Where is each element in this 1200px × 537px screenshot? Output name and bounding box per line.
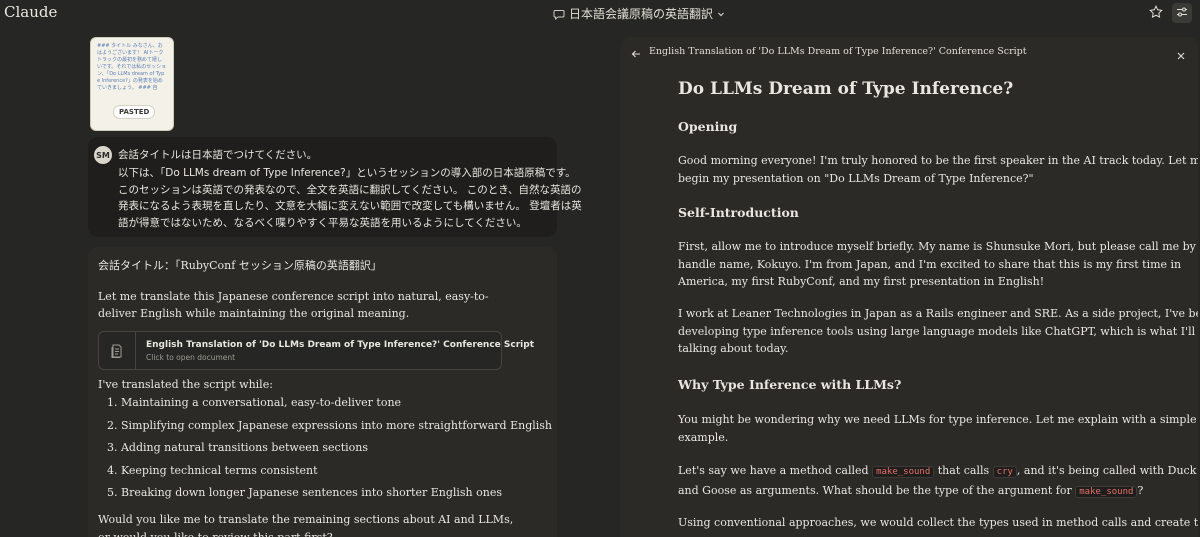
document-title: Do LLMs Dream of Type Inference? [678,79,1014,99]
paragraph-line: America, my first RubyConf, and my first… [678,275,1045,288]
text-run: ? [1137,483,1144,497]
close-icon [1176,46,1186,65]
artifact-header: English Translation of 'Do LLMs Dream of… [620,37,1198,67]
pasted-badge: PASTED [113,105,156,119]
list-item: 4. Keeping technical terms consistent [107,463,318,477]
artifact-panel: English Translation of 'Do LLMs Dream of… [620,37,1198,537]
text-run: that calls [937,464,990,477]
list-item: 5. Breaking down longer Japanese sentenc… [107,486,502,500]
paragraph-line: talking about today. [678,342,789,355]
assistant-message: 会話タイトル：「RubyConf セッション原稿の英語翻訳」 Let me tr… [88,247,557,537]
artifact-header-title: English Translation of 'Do LLMs Dream of… [649,46,1027,57]
user-message-line: 会話タイトルは日本語でつけてください。 [118,149,318,161]
paragraph-line: handle name, Kokuyo. I'm from Japan, and… [678,257,1182,271]
avatar: SM [94,146,112,164]
chevron-down-icon [717,10,725,18]
inline-code: make_sound [1075,485,1138,498]
sliders-icon [1175,4,1189,23]
user-message-paragraph: 以下は、「Do LLMs dream of Type Inference?」とい… [118,165,582,231]
paragraph-line: begin my presentation on "Do LLMs Dream … [678,171,1034,185]
section-heading: Opening [678,119,738,134]
star-icon [1149,4,1163,23]
section-heading: Self-Introduction [678,205,799,220]
paragraph-line: Using conventional approaches, we would … [678,516,1198,529]
list-item: 3. Adding natural transitions between se… [107,441,369,455]
assistant-intro: Let me translate this Japanese conferenc… [98,290,489,320]
assistant-lead: I've translated the script while: [98,378,273,391]
paragraph-line: Let's say we have a method called make_s… [678,462,1196,482]
inline-code: make_sound [872,466,935,478]
list-item: 1. Maintaining a conversational, easy-to… [107,396,402,409]
section-heading: Why Type Inference with LLMs? [678,377,902,392]
artifact-document-card[interactable]: English Translation of 'Do LLMs Dream of… [98,331,534,370]
paragraph: I work at Leaner Technologies in Japan a… [678,305,1198,358]
text-run: , and it's being called with Duck [1016,464,1197,477]
paragraph-line: You might be wondering why we need LLMs … [678,413,1197,426]
conversation-title: 日本語会議原稿の英語翻訳 [569,7,714,21]
user-message-line: 以下は、「Do LLMs dream of Type Inference?」とい… [118,167,576,179]
document-card-title: English Translation of 'Do LLMs Dream of… [146,340,534,350]
paragraph: Using conventional approaches, we would … [678,514,1198,532]
document-icon [99,332,136,369]
text-run: and Goose as arguments. What should be t… [678,483,1072,497]
paragraph: First, allow me to introduce myself brie… [678,238,1198,291]
paragraph: Let's say we have a method called make_s… [678,462,1196,502]
paragraph-line: developing type inference tools using la… [678,324,1198,338]
star-button[interactable] [1146,3,1166,23]
back-button[interactable] [630,45,642,64]
arrow-left-icon [630,45,642,64]
user-message-line: 発表になるよう表現を直したり、文意を大幅に変えない範囲で改変しても構いません。 … [118,200,582,212]
user-message-line: このセッションは英語での発表なので、全文を英語に翻訳してください。 このとき、自… [118,183,582,196]
paragraph-line: example. [678,430,729,444]
document-card-subtitle: Click to open document [146,353,236,362]
user-message: SM 会話タイトルは日本語でつけてください。 以下は、「Do LLMs drea… [88,137,582,237]
paragraph-line: and Goose as arguments. What should be t… [678,482,1144,502]
conversation-title-button[interactable]: 日本語会議原稿の英語翻訳 [553,5,725,22]
assistant-outro: Would you like me to translate the remai… [98,513,514,537]
paragraph-line: First, allow me to introduce myself brie… [678,240,1198,253]
user-message-line: 語が得意ではないため、なるべく喋りやすく平易な英語を用いるようにしてください。 [118,216,527,229]
settings-toggle-button[interactable] [1172,3,1192,23]
inline-code: cry [992,466,1017,478]
paragraph-line: I work at Leaner Technologies in Japan a… [678,307,1198,320]
assistant-list: 1. Maintaining a conversational, easy-to… [107,396,552,509]
assistant-title-line: 会話タイトル：「RubyConf セッション原稿の英語翻訳」 [98,259,382,272]
top-bar: Claude 日本語会議原稿の英語翻訳 [0,0,1200,26]
paragraph-line: Good morning everyone! I'm truly honored… [678,154,1198,167]
list-item: 2. Simplifying complex Japanese expressi… [107,418,553,432]
text-run: Let's say we have a method called [678,464,869,477]
pasted-attachment[interactable]: ### タイトル みなさん、おはようございます！ AIトークトラックの最初を務め… [90,37,174,131]
paragraph: You might be wondering why we need LLMs … [678,411,1197,446]
paragraph: Good morning everyone! I'm truly honored… [678,152,1198,187]
chat-bubble-icon [553,8,565,20]
app-logo[interactable]: Claude [4,3,57,21]
close-button[interactable] [1176,46,1186,65]
pasted-preview-text: ### タイトル みなさん、おはようございます！ AIトークトラックの最初を務め… [97,43,167,91]
